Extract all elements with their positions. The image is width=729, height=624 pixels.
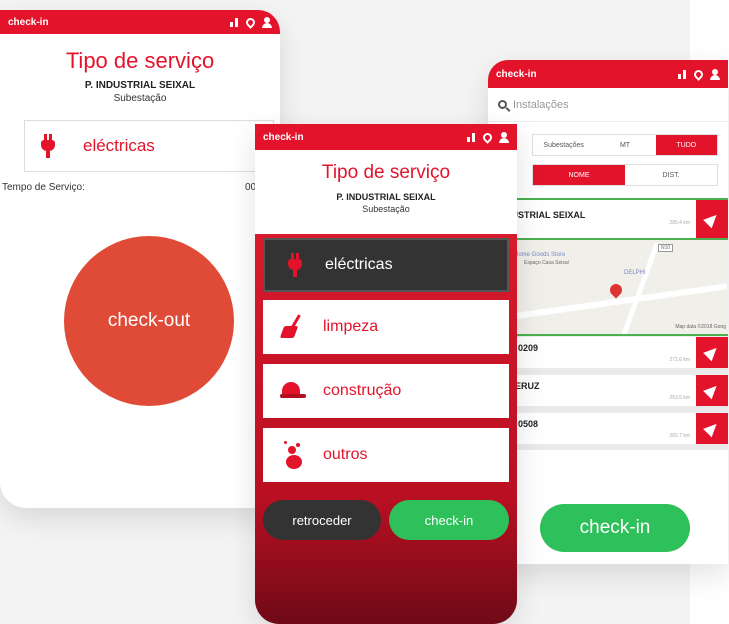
- service-option-electricas[interactable]: eléctricas: [263, 238, 509, 292]
- page-title: Tipo de serviço: [321, 162, 451, 183]
- signal-icon: [229, 17, 239, 27]
- location-icon: [692, 67, 705, 81]
- hardhat-icon: [280, 382, 306, 400]
- item-distance: 283.7 km: [669, 433, 690, 439]
- sort-segmented-control: NOME DIST.: [532, 164, 718, 186]
- item-type: Tensão: [496, 432, 728, 438]
- map-place-label: Home Goods Store: [514, 252, 566, 258]
- filter-segmented-control: Subestações MT TUDO: [532, 134, 718, 156]
- service-option-label: construção: [323, 382, 402, 399]
- search-icon: [498, 100, 507, 109]
- item-distance: 285.4 km: [669, 220, 690, 226]
- search-input[interactable]: Instalações: [488, 88, 728, 122]
- plug-icon: [286, 253, 304, 277]
- map-place-label: DELPHI: [624, 270, 646, 276]
- navigation-arrow-icon: [703, 210, 721, 228]
- service-time-row: Tempo de Serviço: 00:00: [0, 182, 280, 193]
- filter-mt[interactable]: MT: [594, 135, 655, 155]
- site-type: Subestação: [362, 204, 410, 214]
- filter-row: r Subestações MT TUDO: [488, 130, 728, 160]
- list-item[interactable]: ACH 0209 Tensão 271.6 km: [488, 336, 728, 374]
- item-distance: 253.5 km: [669, 395, 690, 401]
- service-option-construcao[interactable]: construção: [263, 364, 509, 418]
- user-icon[interactable]: [710, 68, 720, 80]
- item-name: ALM 0508: [496, 419, 539, 429]
- item-name: ACH 0209: [496, 343, 539, 353]
- filter-subestacoes[interactable]: Subestações: [533, 135, 594, 155]
- site-type: Subestação: [113, 93, 167, 104]
- back-button[interactable]: retroceder: [263, 500, 381, 540]
- left-phone-screen: check-in Tipo de serviço P. INDUSTRIAL S…: [0, 10, 280, 508]
- map-road: [621, 242, 660, 334]
- center-phone-screen: check-in Tipo de serviço P. INDUSTRIAL S…: [255, 124, 517, 624]
- sort-dist[interactable]: DIST.: [625, 165, 717, 185]
- navigation-arrow-icon: [703, 381, 721, 400]
- broom-icon: [279, 314, 304, 340]
- checkin-button[interactable]: check-in: [389, 500, 509, 540]
- service-option-outros[interactable]: outros: [263, 428, 509, 482]
- status-title: check-in: [496, 68, 537, 80]
- user-icon[interactable]: [262, 16, 272, 28]
- header: Tipo de serviço P. INDUSTRIAL SEIXAL Sub…: [255, 150, 517, 234]
- map-place-label: Espaço Casa Seixal: [524, 260, 569, 266]
- list-item[interactable]: ALM 0508 Tensão 283.7 km: [488, 412, 728, 450]
- item-name: ALGERUZ: [496, 381, 540, 391]
- filter-tudo[interactable]: TUDO: [655, 135, 717, 155]
- user-icon[interactable]: [499, 131, 509, 143]
- status-bar: check-in: [255, 124, 517, 150]
- map-credit: Map data ©2018 Goog: [675, 324, 726, 330]
- navigation-arrow-icon: [703, 343, 721, 362]
- signal-icon: [677, 69, 687, 79]
- site-name: P. INDUSTRIAL SEIXAL: [336, 192, 436, 202]
- item-type: tação: [496, 394, 728, 400]
- navigate-button[interactable]: [696, 375, 728, 406]
- navigation-arrow-icon: [703, 419, 721, 438]
- checkin-button[interactable]: check-in: [540, 504, 690, 552]
- selected-service-card: eléctricas: [24, 120, 274, 172]
- checkout-button[interactable]: check-out: [64, 236, 234, 406]
- service-time-label: Tempo de Serviço:: [2, 182, 85, 193]
- map-view[interactable]: Home Goods Store Espaço Casa Seixal DELP…: [488, 238, 728, 336]
- status-title: check-in: [263, 131, 304, 143]
- navigate-button[interactable]: [696, 413, 728, 444]
- item-type: Tensão: [496, 356, 728, 362]
- item-name: INDUSTRIAL SEIXAL: [496, 209, 586, 220]
- service-option-limpeza[interactable]: limpeza: [263, 300, 509, 354]
- sort-row: nar NOME DIST.: [488, 160, 728, 190]
- signal-icon: [466, 132, 476, 142]
- status-title: check-in: [8, 16, 49, 28]
- location-icon: [244, 15, 257, 29]
- map-pin-icon: [607, 281, 625, 299]
- navigate-button[interactable]: [696, 200, 728, 238]
- sort-nome[interactable]: NOME: [533, 165, 625, 185]
- map-road: [488, 283, 728, 323]
- service-option-label: outros: [323, 446, 368, 463]
- page-title: Tipo de serviço: [65, 48, 215, 73]
- service-label: eléctricas: [83, 136, 155, 155]
- item-type: stação: [496, 223, 728, 229]
- plug-icon: [39, 134, 57, 158]
- road-marker: N10: [658, 244, 674, 252]
- status-bar: check-in: [0, 10, 280, 34]
- location-icon: [481, 130, 494, 144]
- list-item[interactable]: ALGERUZ tação 253.5 km: [488, 374, 728, 412]
- navigate-button[interactable]: [696, 337, 728, 368]
- search-placeholder: Instalações: [513, 98, 569, 111]
- service-option-label: eléctricas: [325, 256, 393, 273]
- status-bar: check-in: [488, 60, 728, 88]
- dots-icon: [282, 441, 304, 469]
- list-item[interactable]: INDUSTRIAL SEIXAL stação 285.4 km: [488, 198, 728, 238]
- right-phone-screen: check-in Instalações r Subestações MT TU…: [488, 60, 728, 564]
- service-option-label: limpeza: [323, 318, 379, 335]
- item-distance: 271.6 km: [669, 357, 690, 363]
- site-name: P. INDUSTRIAL SEIXAL: [84, 80, 196, 91]
